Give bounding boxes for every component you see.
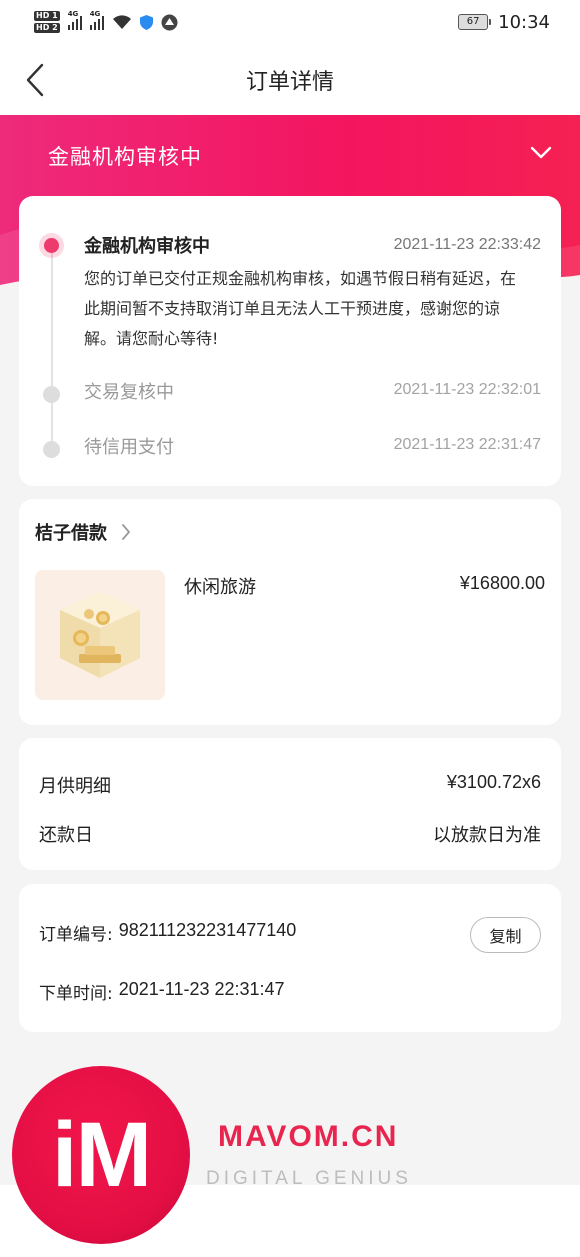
chevron-down-icon[interactable] <box>526 141 556 165</box>
product-price: ¥16800.00 <box>459 573 545 593</box>
sim1-badge: HD 1 <box>34 11 60 21</box>
timeline-step-title: 金融机构审核中 <box>84 236 210 257</box>
shop-link[interactable]: 桔子借款 <box>35 519 131 545</box>
order-number-row: 订单编号: 982111232231477140 <box>39 920 296 945</box>
timeline-line <box>51 248 53 448</box>
product-image[interactable] <box>35 570 165 700</box>
battery-icon: 67 <box>458 14 492 30</box>
order-number-value: 982111232231477140 <box>118 920 297 940</box>
order-time-label: 下单时间: <box>39 984 113 1004</box>
banner-status-title: 金融机构审核中 <box>48 145 202 169</box>
timeline-dot <box>43 386 60 403</box>
order-number-label: 订单编号: <box>39 925 113 945</box>
network-1-label: 4G <box>67 10 79 18</box>
description-line: 此期间暂不支持取消订单且无法人工干预进度，感谢您的谅 <box>84 299 501 318</box>
app-notification-icon <box>161 14 178 30</box>
wifi-icon <box>112 15 131 29</box>
order-time-value: 2021-11-23 22:31:47 <box>118 979 285 999</box>
timeline-step-time: 2021-11-23 22:32:01 <box>393 381 541 398</box>
installment-value: ¥3100.72x6 <box>446 772 541 792</box>
status-left: HD 1 HD 2 4G 4G <box>34 10 178 33</box>
gold-coin-box-icon <box>60 592 140 678</box>
repay-day-label: 还款日 <box>39 825 93 846</box>
description-line: 解。请您耐心等待! <box>84 329 219 348</box>
watermark-tagline: DIGITAL GENIUS <box>206 1168 412 1189</box>
product-name: 休闲旅游 <box>184 577 256 598</box>
repayment-card: 月供明细 ¥3100.72x6 还款日 以放款日为准 <box>19 738 561 870</box>
timeline-card: 金融机构审核中 2021-11-23 22:33:42 您的订单已交付正规金融机… <box>19 196 561 486</box>
installment-label: 月供明细 <box>39 776 111 797</box>
timeline-dot <box>43 441 60 458</box>
page-title: 订单详情 <box>245 70 334 95</box>
description-line: 您的订单已交付正规金融机构审核，如遇节假日稍有延迟，在 <box>84 269 517 288</box>
timeline-step-description: 您的订单已交付正规金融机构审核，如遇节假日稍有延迟，在 此期间暂不支持取消订单且… <box>84 264 549 354</box>
status-time: 10:34 <box>498 11 550 33</box>
order-info-card: 订单编号: 982111232231477140 复制 下单时间: 2021-1… <box>19 884 561 1032</box>
chevron-right-icon <box>122 524 130 540</box>
signal-2-icon: 4G <box>89 10 104 30</box>
repay-day-value: 以放款日为准 <box>433 825 541 846</box>
product-card: 桔子借款 休闲旅游 ¥16800.00 <box>19 499 561 725</box>
shop-name: 桔子借款 <box>35 523 107 544</box>
timeline-step-title: 交易复核中 <box>84 382 174 403</box>
watermark-logo: iM <box>12 1066 190 1244</box>
sim-badges: HD 1 HD 2 <box>34 11 60 33</box>
watermark-site: MAVOM.CN <box>218 1120 399 1153</box>
sim2-badge: HD 2 <box>34 23 60 33</box>
status-bar: HD 1 HD 2 4G 4G 67 10:34 <box>0 0 580 44</box>
nav-bar: 订单详情 <box>0 44 580 116</box>
shield-icon <box>139 14 153 30</box>
signal-1-icon: 4G <box>67 10 82 30</box>
order-time-row: 下单时间: 2021-11-23 22:31:47 <box>39 979 285 1004</box>
copy-button[interactable]: 复制 <box>470 917 541 953</box>
timeline-dot-active <box>39 233 64 258</box>
timeline-step-time: 2021-11-23 22:31:47 <box>393 436 541 453</box>
timeline-step-time: 2021-11-23 22:33:42 <box>393 236 541 253</box>
status-right: 67 10:34 <box>458 12 550 33</box>
watermark-logo-text: iM <box>51 1104 152 1206</box>
network-2-label: 4G <box>89 10 101 18</box>
timeline-step-title: 待信用支付 <box>84 437 174 458</box>
